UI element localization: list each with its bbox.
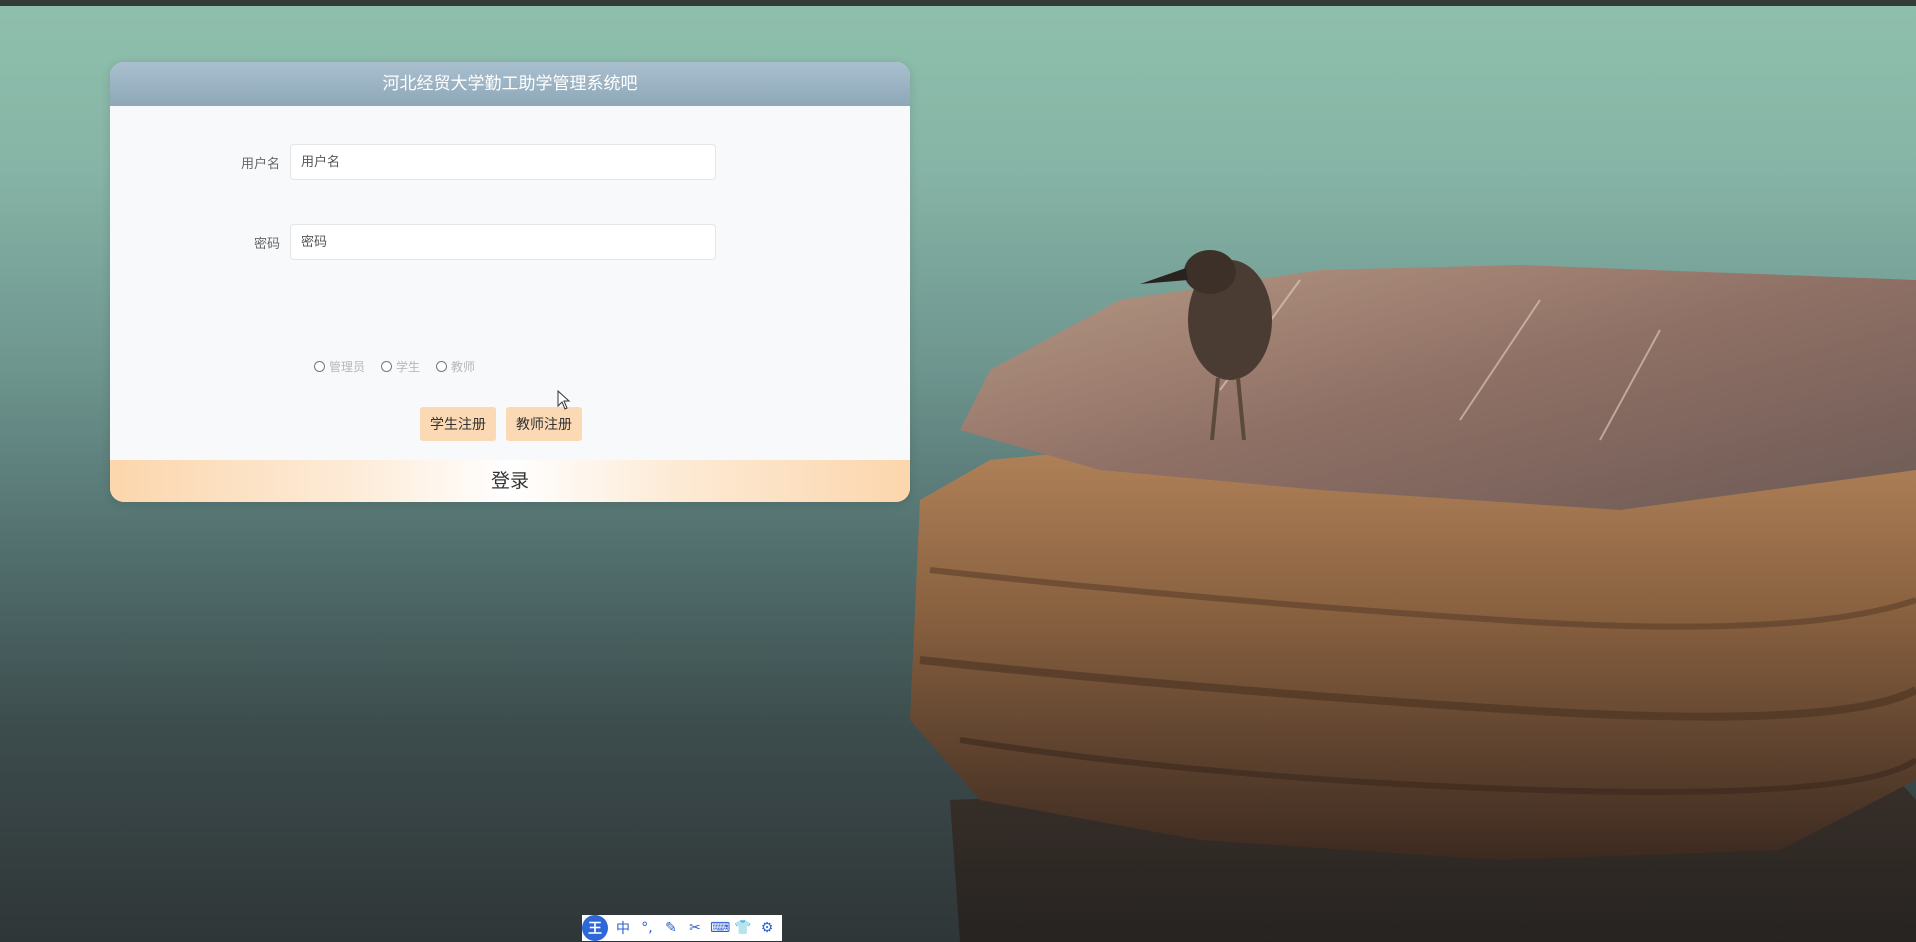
chinese-mode-icon[interactable]: 中 [614,918,632,938]
scissors-icon[interactable]: ✂ [686,920,704,936]
top-bar [0,0,1916,6]
app-title: 河北经贸大学勤工助学管理系统吧 [110,62,910,106]
role-radio-admin[interactable]: 管理员 [314,358,365,375]
mouse-pointer-icon [557,390,571,410]
username-row: 用户名 [110,144,716,180]
password-input[interactable] [290,224,716,260]
role-radio-student[interactable]: 学生 [381,358,420,375]
role-label-student: 学生 [396,360,421,374]
keyboard-icon[interactable]: ⌨ [710,920,730,936]
radio-circle-icon [436,361,448,372]
radio-circle-icon [314,361,325,372]
settings-icon[interactable]: ⚙ [758,920,776,936]
punctuation-icon[interactable]: °, [638,920,656,936]
password-label: 密码 [253,236,280,252]
ime-logo-icon[interactable]: 王 [582,915,608,941]
password-row: 密码 [110,224,716,260]
login-card: 河北经贸大学勤工助学管理系统吧 用户名 密码 管理员 学生 教师 学生注册 教师… [110,62,910,502]
username-label: 用户名 [240,156,280,172]
radio-circle-icon [381,361,393,372]
role-label-teacher: 教师 [451,360,476,374]
role-radio-teacher[interactable]: 教师 [436,358,475,375]
pen-icon[interactable]: ✎ [662,920,680,936]
role-label-admin: 管理员 [329,360,366,374]
register-buttons: 学生注册 教师注册 [420,407,582,441]
background-rock-with-heron [900,240,1916,942]
ime-toolbar: 王 中 °, ✎ ✂ ⌨ 👕 ⚙ [582,915,782,941]
skin-icon[interactable]: 👕 [734,920,752,936]
role-selector: 管理员 学生 教师 [314,358,475,375]
teacher-register-button[interactable]: 教师注册 [506,407,582,441]
student-register-button[interactable]: 学生注册 [420,407,496,441]
username-input[interactable] [290,144,716,180]
login-button[interactable]: 登录 [110,460,910,502]
